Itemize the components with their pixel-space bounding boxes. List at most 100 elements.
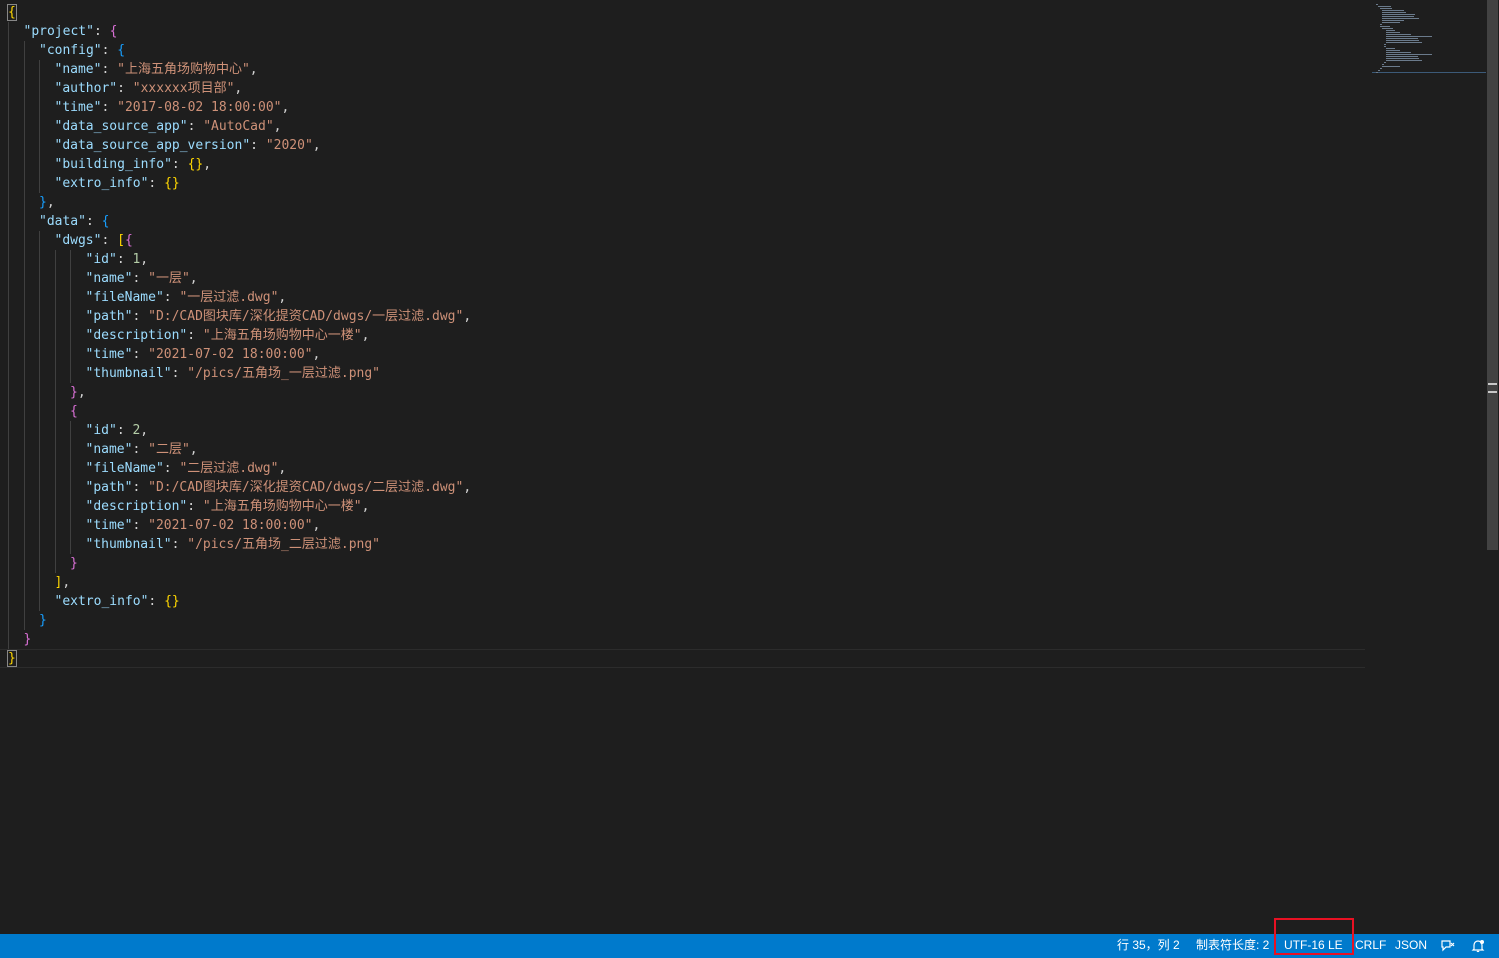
indent-guide <box>8 326 9 345</box>
code-line[interactable]: "time": "2017-08-02 18:00:00", <box>0 98 1370 117</box>
code-line[interactable]: "time": "2021-07-02 18:00:00", <box>0 516 1370 535</box>
code-line[interactable]: "thumbnail": "/pics/五角场_二层过滤.png" <box>0 535 1370 554</box>
indent-guide <box>23 155 25 174</box>
indent-guide <box>54 288 56 307</box>
code-line[interactable]: "name": "上海五角场购物中心", <box>0 60 1370 79</box>
code-line[interactable]: "time": "2021-07-02 18:00:00", <box>0 345 1370 364</box>
minimap-line <box>1386 30 1395 31</box>
code-line[interactable]: "project": { <box>0 22 1370 41</box>
minimap[interactable] <box>1372 0 1486 73</box>
indent-guide <box>39 174 40 193</box>
indent-guide <box>39 592 40 611</box>
indent-guide <box>54 440 56 459</box>
indent-guide <box>23 212 25 231</box>
code-line[interactable]: { <box>0 3 1370 22</box>
indent-guide <box>23 326 25 345</box>
json-punctuation: , <box>189 442 198 457</box>
code-line[interactable]: "data_source_app_version": "2020", <box>0 136 1370 155</box>
indent-guide <box>54 383 56 402</box>
code-line[interactable]: "path": "D:/CAD图块库/深化提资CAD/dwgs/一层过滤.dwg… <box>0 307 1370 326</box>
indent-guide <box>23 440 25 459</box>
indent-guide <box>39 136 40 155</box>
json-punctuation: , <box>77 385 86 400</box>
editor[interactable]: {"project": {"config": {"name": "上海五角场购物… <box>0 0 1499 934</box>
json-punctuation: , <box>278 461 287 476</box>
json-punctuation: , <box>46 195 55 210</box>
json-punctuation: : <box>132 518 149 533</box>
code-line[interactable]: "extro_info": {} <box>0 174 1370 193</box>
indent-guide <box>8 383 9 402</box>
minimap-line <box>1386 32 1401 33</box>
code-line[interactable]: { <box>0 402 1370 421</box>
indent-guide <box>39 383 40 402</box>
code-line[interactable]: "thumbnail": "/pics/五角场_一层过滤.png" <box>0 364 1370 383</box>
json-string: "/pics/五角场_一层过滤.png" <box>187 366 380 381</box>
indent-guide <box>39 307 40 326</box>
code-line[interactable]: } <box>0 611 1370 630</box>
json-key: "config" <box>39 43 102 58</box>
minimap-line <box>1376 72 1378 73</box>
code-line[interactable]: "building_info": {}, <box>0 155 1370 174</box>
indent-guide <box>54 459 56 478</box>
indent-guide <box>39 155 40 174</box>
json-punctuation: , <box>463 309 472 324</box>
language-mode[interactable]: JSON <box>1395 934 1427 958</box>
code-line[interactable]: } <box>0 630 1370 649</box>
code-line[interactable]: "extro_info": {} <box>0 592 1370 611</box>
code-line[interactable]: "id": 2, <box>0 421 1370 440</box>
bell-icon[interactable] <box>1470 938 1486 954</box>
indent-guide <box>23 402 25 421</box>
code-line[interactable]: }, <box>0 193 1370 212</box>
code-line[interactable]: "dwgs": [{ <box>0 231 1370 250</box>
json-punctuation: , <box>189 271 198 286</box>
indent-guide <box>8 421 9 440</box>
minimap-line <box>1380 8 1393 9</box>
json-string: "D:/CAD图块库/深化提资CAD/dwgs/二层过滤.dwg" <box>148 480 464 495</box>
code-line[interactable]: }, <box>0 383 1370 402</box>
code-line[interactable]: } <box>0 554 1370 573</box>
code-line[interactable]: } <box>0 649 1365 668</box>
code-line[interactable]: "data_source_app": "AutoCad", <box>0 117 1370 136</box>
code-area[interactable]: {"project": {"config": {"name": "上海五角场购物… <box>0 3 1370 668</box>
scrollbar-thumb[interactable] <box>1487 0 1498 550</box>
code-line[interactable]: "fileName": "二层过滤.dwg", <box>0 459 1370 478</box>
json-key: "id" <box>85 252 117 267</box>
indent-guide <box>39 269 40 288</box>
indent-guide <box>70 250 71 269</box>
json-punctuation: : <box>132 442 149 457</box>
indentation-setting[interactable]: 制表符长度: 2 <box>1196 934 1269 958</box>
feedback-icon[interactable] <box>1440 938 1456 954</box>
code-line[interactable]: "description": "上海五角场购物中心一楼", <box>0 497 1370 516</box>
code-line[interactable]: "author": "xxxxxx项目部", <box>0 79 1370 98</box>
json-key: "data_source_app_version" <box>54 138 251 153</box>
cursor-position[interactable]: 行 35，列 2 <box>1117 934 1180 958</box>
code-line[interactable]: "name": "二层", <box>0 440 1370 459</box>
vertical-scrollbar[interactable] <box>1486 0 1499 934</box>
indent-guide <box>23 174 25 193</box>
code-line[interactable]: "config": { <box>0 41 1370 60</box>
indent-guide <box>8 459 9 478</box>
code-line[interactable]: "fileName": "一层过滤.dwg", <box>0 288 1370 307</box>
indent-guide <box>23 41 25 60</box>
code-line[interactable]: "description": "上海五角场购物中心一楼", <box>0 326 1370 345</box>
indent-guide <box>39 421 40 440</box>
json-punctuation: { <box>117 43 126 58</box>
json-string: "2021-07-02 18:00:00" <box>148 347 313 362</box>
code-line[interactable]: "name": "一层", <box>0 269 1370 288</box>
code-line[interactable]: "data": { <box>0 212 1370 231</box>
minimap-line <box>1382 18 1420 19</box>
indent-guide <box>39 402 40 421</box>
json-key: "fileName" <box>85 290 164 305</box>
indent-guide <box>39 554 40 573</box>
indent-guide <box>39 573 40 592</box>
indent-guide <box>8 174 9 193</box>
json-punctuation: , <box>140 423 149 438</box>
json-punctuation: : <box>148 594 165 609</box>
indent-guide <box>23 288 25 307</box>
code-line[interactable]: ], <box>0 573 1370 592</box>
eol-selector[interactable]: CRLF <box>1355 934 1386 958</box>
encoding-selector[interactable]: UTF-16 LE <box>1284 934 1343 958</box>
json-punctuation: , <box>278 290 287 305</box>
code-line[interactable]: "id": 1, <box>0 250 1370 269</box>
code-line[interactable]: "path": "D:/CAD图块库/深化提资CAD/dwgs/二层过滤.dwg… <box>0 478 1370 497</box>
